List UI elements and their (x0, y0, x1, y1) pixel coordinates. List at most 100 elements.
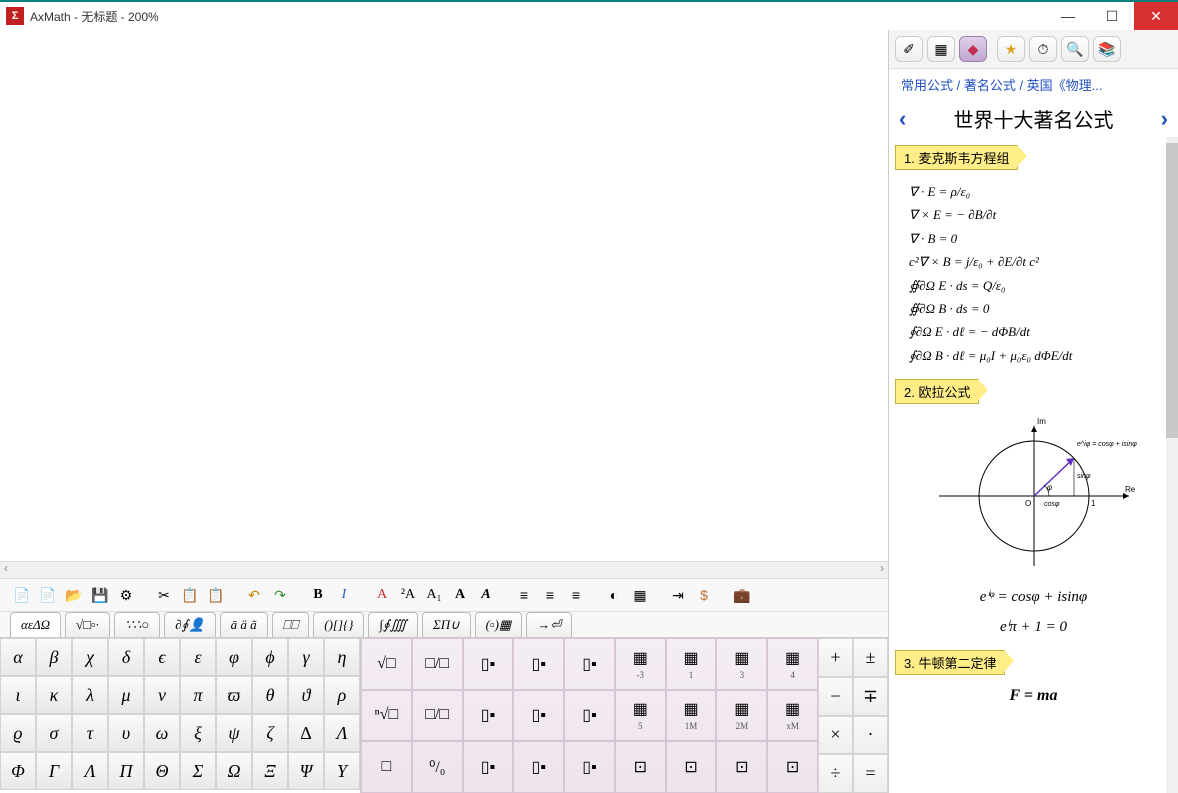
redo-button[interactable]: ↷ (268, 583, 292, 607)
align-center-button[interactable]: ≡ (538, 583, 562, 607)
undo-button[interactable]: ↶ (242, 583, 266, 607)
op-−[interactable]: − (818, 677, 853, 716)
save-button[interactable]: 💾 (88, 583, 112, 607)
tab-logic[interactable]: ∵∴○ (114, 612, 160, 637)
greek-κ[interactable]: κ (36, 676, 72, 714)
horizontal-scrollbar[interactable] (0, 561, 888, 578)
template-22[interactable]: ▯▪ (564, 741, 615, 793)
template-3[interactable]: ▯▪ (513, 638, 564, 690)
template-7[interactable]: ▦3 (716, 638, 767, 690)
op-÷[interactable]: ÷ (818, 754, 853, 793)
template-23[interactable]: ⊡ (615, 741, 666, 793)
greek-τ[interactable]: τ (72, 714, 108, 752)
tab-brackets[interactable]: ()[]{} (313, 612, 364, 637)
greek-Π[interactable]: Π (108, 752, 144, 790)
bold-button[interactable]: B (306, 583, 330, 607)
greek-ι[interactable]: ι (0, 676, 36, 714)
prev-page-button[interactable]: ‹ (899, 106, 906, 132)
template-21[interactable]: ▯▪ (513, 741, 564, 793)
tab-sums[interactable]: ΣΠ∪ (422, 612, 471, 637)
tab-box[interactable]: ⎕⎕ (272, 612, 310, 637)
breadcrumb[interactable]: 常用公式 / 著名公式 / 英国《物理... (889, 69, 1178, 100)
template-26[interactable]: ⊡ (767, 741, 818, 793)
template-15[interactable]: ▦1M (666, 690, 717, 742)
grid-button[interactable]: ▦ (628, 583, 652, 607)
greek-ϑ[interactable]: ϑ (288, 676, 324, 714)
align-right-button[interactable]: ≡ (564, 583, 588, 607)
template-25[interactable]: ⊡ (716, 741, 767, 793)
greek-ψ[interactable]: ψ (216, 714, 252, 752)
op-×[interactable]: × (818, 716, 853, 755)
template-24[interactable]: ⊡ (666, 741, 717, 793)
greek-Ψ[interactable]: Ψ (288, 752, 324, 790)
font-style-2[interactable]: ²A (396, 583, 420, 607)
minimize-button[interactable]: — (1046, 2, 1090, 30)
tab-accents[interactable]: ā ä ã (220, 612, 268, 637)
greek-χ[interactable]: χ (72, 638, 108, 676)
op-∓[interactable]: ∓ (853, 677, 888, 716)
color-button[interactable]: ◐ (602, 583, 626, 607)
greek-ν[interactable]: ν (144, 676, 180, 714)
paste-button[interactable]: 📋 (204, 583, 228, 607)
greek-ξ[interactable]: ξ (180, 714, 216, 752)
tab-button[interactable]: ⇥ (666, 583, 690, 607)
greek-δ[interactable]: δ (108, 638, 144, 676)
greek-Υ[interactable]: Υ (324, 752, 360, 790)
template-18[interactable]: □ (361, 741, 412, 793)
op-·[interactable]: · (853, 716, 888, 755)
greek-π[interactable]: π (180, 676, 216, 714)
greek-ϱ[interactable]: ϱ (0, 714, 36, 752)
greek-Γ[interactable]: Γ (36, 752, 72, 790)
greek-σ[interactable]: σ (36, 714, 72, 752)
template-8[interactable]: ▦4 (767, 638, 818, 690)
grid-icon[interactable]: ▦ (927, 36, 955, 62)
template-1[interactable]: □/□ (412, 638, 463, 690)
greek-ω[interactable]: ω (144, 714, 180, 752)
font-style-3[interactable]: A₁ (422, 583, 446, 607)
editor-canvas[interactable] (0, 30, 888, 561)
tab-greek[interactable]: αεΔΩ (10, 612, 61, 637)
tab-calculus[interactable]: ∂∮👤 (164, 612, 215, 637)
tab-arrows[interactable]: →⏎ (526, 612, 572, 637)
edit-icon[interactable]: ✐ (895, 36, 923, 62)
greek-β[interactable]: β (36, 638, 72, 676)
greek-Λ[interactable]: Λ (324, 714, 360, 752)
greek-Θ[interactable]: Θ (144, 752, 180, 790)
greek-φ[interactable]: φ (216, 638, 252, 676)
template-20[interactable]: ▯▪ (463, 741, 514, 793)
search-icon[interactable]: 🔍 (1061, 36, 1089, 62)
template-4[interactable]: ▯▪ (564, 638, 615, 690)
tab-matrix[interactable]: (▫)▦ (475, 612, 523, 637)
template-12[interactable]: ▯▪ (513, 690, 564, 742)
next-page-button[interactable]: › (1161, 106, 1168, 132)
greek-θ[interactable]: θ (252, 676, 288, 714)
greek-ϵ[interactable]: ϵ (144, 638, 180, 676)
greek-ζ[interactable]: ζ (252, 714, 288, 752)
library-content[interactable]: 1. 麦克斯韦方程组 ∇ · E = ρ/ε₀∇ × E = − ∂B/∂t∇ … (889, 137, 1178, 793)
greek-∆[interactable]: ∆ (288, 714, 324, 752)
greek-λ[interactable]: λ (72, 676, 108, 714)
open-button[interactable]: 📂 (62, 583, 86, 607)
greek-α[interactable]: α (0, 638, 36, 676)
font-style-1[interactable]: A (370, 583, 394, 607)
greek-Φ[interactable]: Φ (0, 752, 36, 790)
template-9[interactable]: ⁿ√□ (361, 690, 412, 742)
close-button[interactable]: ✕ (1134, 2, 1178, 30)
font-style-4[interactable]: A (448, 583, 472, 607)
cut-button[interactable]: ✂ (152, 583, 176, 607)
font-style-5[interactable]: A (474, 583, 498, 607)
template-10[interactable]: □/□ (412, 690, 463, 742)
euler-equation-2[interactable]: eⁱπ + 1 = 0 (889, 612, 1178, 642)
template-17[interactable]: ▦xM (767, 690, 818, 742)
copy-doc-button[interactable]: 📄 (36, 583, 60, 607)
template-11[interactable]: ▯▪ (463, 690, 514, 742)
maxwell-equations[interactable]: ∇ · E = ρ/ε₀∇ × E = − ∂B/∂t∇ · B = 0c²∇ … (889, 176, 1178, 371)
template-0[interactable]: √□ (361, 638, 412, 690)
toolbox-button[interactable]: 💼 (730, 583, 754, 607)
italic-button[interactable]: I (332, 583, 356, 607)
greek-ϖ[interactable]: ϖ (216, 676, 252, 714)
copy-button[interactable]: 📋 (178, 583, 202, 607)
newton-equation[interactable]: F = ma (889, 681, 1178, 711)
greek-Σ[interactable]: Σ (180, 752, 216, 790)
settings-button[interactable]: ⚙ (114, 583, 138, 607)
